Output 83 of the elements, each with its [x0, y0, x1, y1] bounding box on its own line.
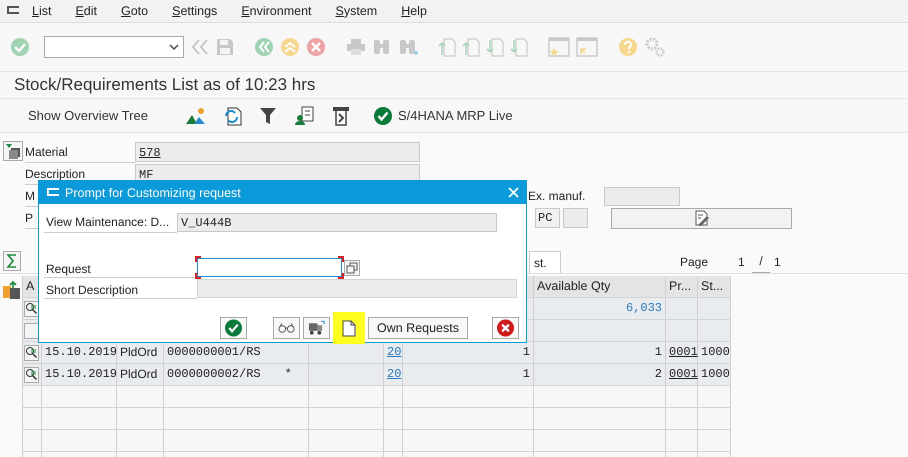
dialog-icon [46, 186, 60, 198]
cancel-icon [497, 319, 514, 337]
available-qty-cell-text: 6,033 [626, 300, 662, 317]
element-data-cell-text: 0000000002/RS [167, 366, 261, 383]
show-overview-tree-button[interactable]: Show Overview Tree [28, 108, 148, 123]
new-document-button[interactable] [333, 312, 365, 344]
check-icon[interactable] [10, 37, 30, 57]
page-arrow-icon[interactable] [438, 37, 456, 57]
person-list-icon[interactable] [294, 106, 314, 126]
detail-view-icon[interactable] [24, 300, 39, 316]
current-page: 1 [738, 254, 746, 271]
column-header: Available Qty [534, 276, 666, 297]
cancel-icon[interactable] [306, 37, 326, 57]
confirm-button[interactable] [220, 317, 247, 339]
mrp-live-button[interactable]: S/4HANA MRP Live [374, 106, 513, 124]
ex-manuf-field[interactable] [604, 186, 680, 206]
empty-row-button[interactable] [24, 322, 39, 338]
value-help-icon[interactable] [344, 260, 360, 276]
view-field[interactable]: V_U444B [177, 213, 497, 232]
refresh-icon[interactable] [224, 106, 242, 126]
text-field[interactable] [563, 208, 588, 228]
table-cell-text: 1 [522, 344, 530, 361]
request-field[interactable] [197, 258, 342, 277]
table-cell-text: 1000 [701, 366, 730, 383]
mrp-element-cell-text: PldOrd [120, 366, 158, 383]
export-icon[interactable] [3, 280, 21, 300]
menu-item[interactable]: System [336, 4, 378, 18]
table-cell-text: 1 [522, 366, 530, 383]
menu-item[interactable]: Edit [75, 4, 97, 18]
cancel-button[interactable] [492, 317, 519, 339]
check-icon [374, 106, 392, 124]
tab[interactable]: st. [529, 251, 561, 273]
link[interactable]: 0001 [669, 364, 698, 385]
screen-title: Stock/Requirements List as of 10:23 hrs [14, 75, 316, 95]
available-qty-cell-text: 2 [654, 366, 662, 383]
unit-field[interactable]: PC [535, 208, 560, 228]
caret-icon[interactable] [169, 44, 179, 50]
date-cell-text: 15.10.2019 [45, 366, 118, 383]
material-field[interactable]: 578 [135, 142, 420, 162]
command-field[interactable] [44, 36, 184, 58]
page-label: Page [680, 254, 710, 271]
column-header: St... [698, 276, 731, 297]
table-cell-text: 1000 [701, 344, 730, 361]
element-data-cell-text: 0000000001/RS [167, 344, 261, 361]
menu-item[interactable]: Environment [241, 4, 312, 18]
link[interactable]: 0001 [669, 342, 698, 363]
column-header: Pr... [666, 276, 698, 297]
field-label: Ex. manuf. [528, 189, 586, 203]
menu-item[interactable]: List [32, 4, 52, 18]
detail-view-icon[interactable] [24, 344, 39, 360]
glasses-icon [278, 322, 295, 334]
link[interactable]: 20 [387, 342, 402, 363]
check-icon [225, 319, 242, 337]
document-arrow-icon[interactable] [332, 106, 350, 126]
short-description-field[interactable] [197, 279, 517, 298]
menu-item[interactable]: Goto [121, 4, 148, 18]
flag-cell-text: * [284, 366, 292, 383]
date-cell-text: 15.10.2019 [45, 344, 118, 361]
tree-toggle-icon[interactable] [3, 141, 23, 161]
truck-icon [308, 320, 325, 336]
glasses-button[interactable] [273, 317, 300, 339]
mrp-element-cell-text: PldOrd [120, 344, 158, 361]
sum-icon[interactable] [3, 251, 21, 271]
mountain-icon[interactable] [186, 106, 206, 124]
page-separator: / [752, 250, 770, 273]
link[interactable]: 20 [387, 364, 402, 385]
available-qty-cell-text: 1 [654, 344, 662, 361]
own-requests-button[interactable]: Own Requests [368, 317, 468, 339]
page-arrow-icon[interactable] [486, 37, 504, 57]
close-icon[interactable] [508, 187, 519, 198]
menu-item[interactable]: Settings [172, 4, 218, 18]
edit-document-icon [694, 210, 710, 226]
total-pages: 1 [774, 254, 782, 271]
page-arrow-icon[interactable] [510, 37, 528, 57]
menu-item[interactable]: Help [401, 4, 427, 18]
page-arrow-icon[interactable] [462, 37, 480, 57]
document-icon [342, 320, 356, 336]
filter-icon[interactable] [260, 106, 276, 124]
edit-document-button[interactable] [611, 208, 792, 228]
detail-view-icon[interactable] [24, 366, 39, 382]
truck-button[interactable] [303, 317, 330, 339]
back-icon[interactable] [254, 37, 274, 57]
menu-icon[interactable] [6, 5, 20, 17]
